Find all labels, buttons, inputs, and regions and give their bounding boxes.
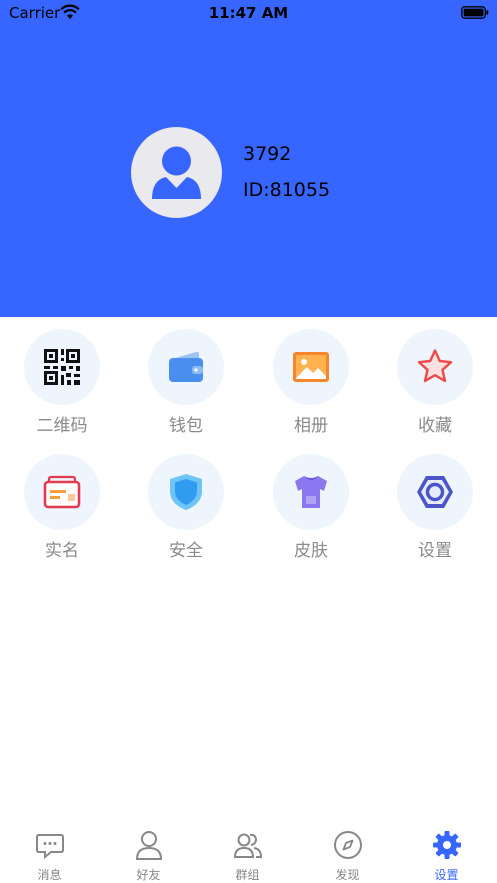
- grid-label: 安全: [169, 541, 203, 561]
- profile-page: Carrier 11:47 AM 3792 ID:81055 二维码 钱包 相册…: [0, 0, 497, 883]
- profile-header: Carrier 11:47 AM 3792 ID:81055: [0, 0, 497, 317]
- tab-label: 好友: [136, 868, 161, 882]
- tab-label: 发现: [335, 868, 360, 882]
- grid-icon-circle: [24, 454, 100, 530]
- grid-item-wallet[interactable]: 钱包: [124, 326, 248, 444]
- grid-item-skin[interactable]: 皮肤: [249, 451, 373, 569]
- grid-item-favorites[interactable]: 收藏: [373, 326, 497, 444]
- grid-label: 实名: [45, 541, 79, 561]
- gear-icon: [433, 831, 461, 859]
- grid-label: 二维码: [36, 416, 88, 436]
- grid-icon-circle: [273, 454, 349, 530]
- profile-id: ID:81055: [243, 179, 331, 201]
- grid-label: 收藏: [418, 416, 452, 436]
- qr-code-icon: [44, 349, 80, 385]
- tab-messages[interactable]: 消息: [0, 820, 99, 883]
- id-card-icon: [43, 475, 81, 509]
- shield-icon: [170, 474, 202, 510]
- grid-item-realname[interactable]: 实名: [0, 451, 124, 569]
- tab-settings[interactable]: 设置: [397, 820, 496, 883]
- star-icon: [417, 349, 453, 383]
- grid-icon-circle: [148, 454, 224, 530]
- message-icon: [36, 834, 64, 860]
- hex-nut-icon: [417, 476, 453, 508]
- profile-name: 3792: [243, 143, 292, 165]
- grid-label: 设置: [418, 541, 452, 561]
- avatar[interactable]: [131, 127, 222, 218]
- tab-label: 消息: [37, 868, 62, 882]
- battery-icon: [461, 6, 489, 19]
- tshirt-icon: [295, 476, 327, 508]
- tab-groups[interactable]: 群组: [198, 820, 297, 883]
- grid-icon-circle: [24, 329, 100, 405]
- grid-item-settings[interactable]: 设置: [373, 451, 497, 569]
- group-icon: [233, 833, 263, 858]
- tab-label: 群组: [235, 868, 260, 882]
- grid-item-qrcode[interactable]: 二维码: [0, 326, 124, 444]
- tab-friends[interactable]: 好友: [99, 820, 198, 883]
- status-bar: Carrier 11:47 AM: [0, 0, 497, 26]
- grid-item-album[interactable]: 相册: [249, 326, 373, 444]
- status-time: 11:47 AM: [208, 4, 289, 22]
- grid-label: 相册: [294, 416, 328, 436]
- grid-icon-circle: [397, 454, 473, 530]
- wallet-icon: [169, 351, 203, 382]
- grid-label: 钱包: [169, 416, 203, 436]
- compass-icon: [334, 831, 362, 859]
- photo-album-icon: [293, 352, 329, 382]
- tab-bar: 消息 好友 群组 发现 设置: [0, 820, 497, 883]
- grid-icon-circle: [397, 329, 473, 405]
- grid-icon-circle: [273, 329, 349, 405]
- avatar-person-icon: [152, 146, 201, 199]
- tab-discover[interactable]: 发现: [298, 820, 397, 883]
- tab-label: 设置: [434, 868, 459, 882]
- grid-icon-circle: [148, 329, 224, 405]
- grid-label: 皮肤: [294, 541, 328, 561]
- person-icon: [135, 831, 163, 860]
- grid-item-security[interactable]: 安全: [124, 451, 248, 569]
